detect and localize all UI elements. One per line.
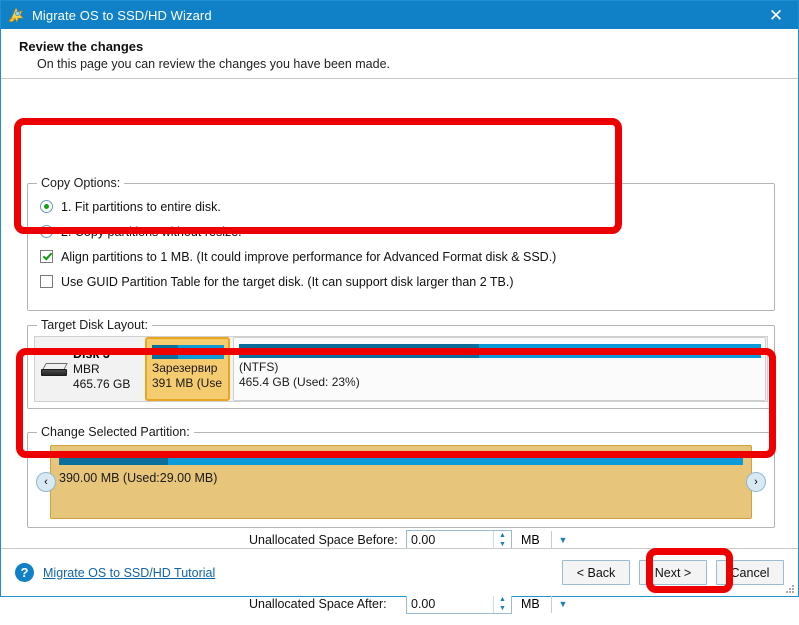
stepper-down-icon[interactable]: ▼: [494, 604, 511, 613]
partition-usage-bar: [239, 344, 761, 358]
tutorial-link[interactable]: Migrate OS to SSD/HD Tutorial: [43, 566, 215, 580]
selected-partition-usage-bar: [59, 452, 743, 465]
stepper-buttons[interactable]: ▲ ▼: [493, 531, 511, 549]
disk-name: Disk 3: [73, 346, 110, 361]
window-title: Migrate OS to SSD/HD Wizard: [32, 7, 212, 23]
chevron-right-icon[interactable]: ›: [746, 472, 766, 492]
copy-options-list: 1. Fit partitions to entire disk. 2. Cop…: [40, 194, 764, 294]
change-selected-partition-group: Change Selected Partition: ‹ 390.00 MB (…: [27, 425, 775, 528]
partition-label: (NTFS): [239, 360, 279, 374]
footer-bar: ? Migrate OS to SSD/HD Tutorial < Back N…: [1, 548, 798, 596]
back-button[interactable]: < Back: [562, 560, 630, 585]
stepper-up-icon[interactable]: ▲: [494, 531, 511, 540]
title-bar: Migrate OS to SSD/HD Wizard ✕: [1, 1, 798, 29]
wizard-window: Migrate OS to SSD/HD Wizard ✕ Review the…: [0, 0, 799, 614]
field-unallocated-after: Unallocated Space After: ▲ ▼ MB ▼: [249, 593, 567, 615]
partition-ntfs[interactable]: (NTFS) 465.4 GB (Used: 23%): [233, 337, 766, 401]
field-label: Unallocated Space Before:: [249, 533, 398, 547]
wizard-icon: [7, 6, 25, 24]
unallocated-before-stepper[interactable]: ▲ ▼: [406, 530, 512, 550]
option-label: 1. Fit partitions to entire disk.: [61, 199, 221, 214]
disk-capacity: 465.76 GB: [73, 376, 131, 391]
option-label: Align partitions to 1 MB. (It could impr…: [61, 249, 557, 264]
stepper-buttons[interactable]: ▲ ▼: [493, 595, 511, 613]
disk-scheme: MBR: [73, 361, 100, 376]
field-label: Unallocated Space After:: [249, 597, 387, 611]
partition-size: 465.4 GB (Used: 23%): [239, 375, 360, 389]
target-disk-layout-legend: Target Disk Layout:: [37, 318, 152, 332]
unit-dropdown-icon[interactable]: ▼: [551, 595, 574, 613]
copy-options-group: Copy Options: 1. Fit partitions to entir…: [27, 176, 775, 311]
unallocated-after-input[interactable]: [407, 595, 493, 613]
change-partition-legend: Change Selected Partition:: [37, 425, 194, 439]
target-disk-layout-group: Target Disk Layout: Disk 3 MBR 465.76 GB: [27, 318, 775, 409]
next-button[interactable]: Next >: [639, 560, 707, 585]
chevron-left-icon[interactable]: ‹: [36, 472, 56, 492]
option-copy-without-resize[interactable]: 2. Copy partitions without resize.: [40, 219, 764, 244]
selected-partition-bar[interactable]: 390.00 MB (Used:29.00 MB): [50, 445, 752, 519]
partition-label: Зарезервир: [152, 361, 218, 375]
option-align-partitions[interactable]: Align partitions to 1 MB. (It could impr…: [40, 244, 764, 269]
option-label: Use GUID Partition Table for the target …: [61, 274, 514, 289]
stepper-up-icon[interactable]: ▲: [494, 595, 511, 604]
change-partition-inner: ‹ 390.00 MB (Used:29.00 MB) ›: [36, 445, 766, 519]
option-label: 2. Copy partitions without resize.: [61, 224, 242, 239]
option-fit-partitions[interactable]: 1. Fit partitions to entire disk.: [40, 194, 764, 219]
option-use-gpt[interactable]: Use GUID Partition Table for the target …: [40, 269, 764, 294]
partition-reserved[interactable]: Зарезервир 391 MB (Use: [145, 337, 230, 401]
cancel-button[interactable]: Cancel: [716, 560, 784, 585]
field-unit: MB: [521, 533, 540, 547]
unallocated-after-stepper[interactable]: ▲ ▼: [406, 594, 512, 614]
resize-grip[interactable]: [785, 584, 795, 594]
radio-copy-without-resize[interactable]: [40, 225, 53, 238]
selected-partition-size-label: 390.00 MB (Used:29.00 MB): [59, 471, 218, 485]
partition-size: 391 MB (Use: [152, 376, 223, 390]
page-title: Review the changes: [19, 39, 144, 54]
copy-options-legend: Copy Options:: [37, 176, 125, 190]
disk-panel: Disk 3 MBR 465.76 GB Зарезервир 391 MB (…: [34, 336, 768, 402]
unit-dropdown-icon[interactable]: ▼: [551, 531, 574, 549]
page-body: Copy Options: 1. Fit partitions to entir…: [1, 79, 798, 614]
radio-fit-partitions[interactable]: [40, 200, 53, 213]
partition-usage-bar: [152, 345, 224, 359]
disk-info: Disk 3 MBR 465.76 GB: [35, 337, 145, 401]
checkbox-use-gpt[interactable]: [40, 275, 53, 288]
page-header: Review the changes On this page you can …: [1, 29, 798, 79]
checkbox-align-partitions[interactable]: [40, 250, 53, 263]
hard-disk-icon: [41, 361, 68, 377]
unallocated-before-input[interactable]: [407, 531, 493, 549]
page-subtitle: On this page you can review the changes …: [37, 57, 391, 71]
help-icon[interactable]: ?: [15, 563, 34, 582]
field-unit: MB: [521, 597, 540, 611]
close-icon[interactable]: ✕: [754, 1, 798, 29]
